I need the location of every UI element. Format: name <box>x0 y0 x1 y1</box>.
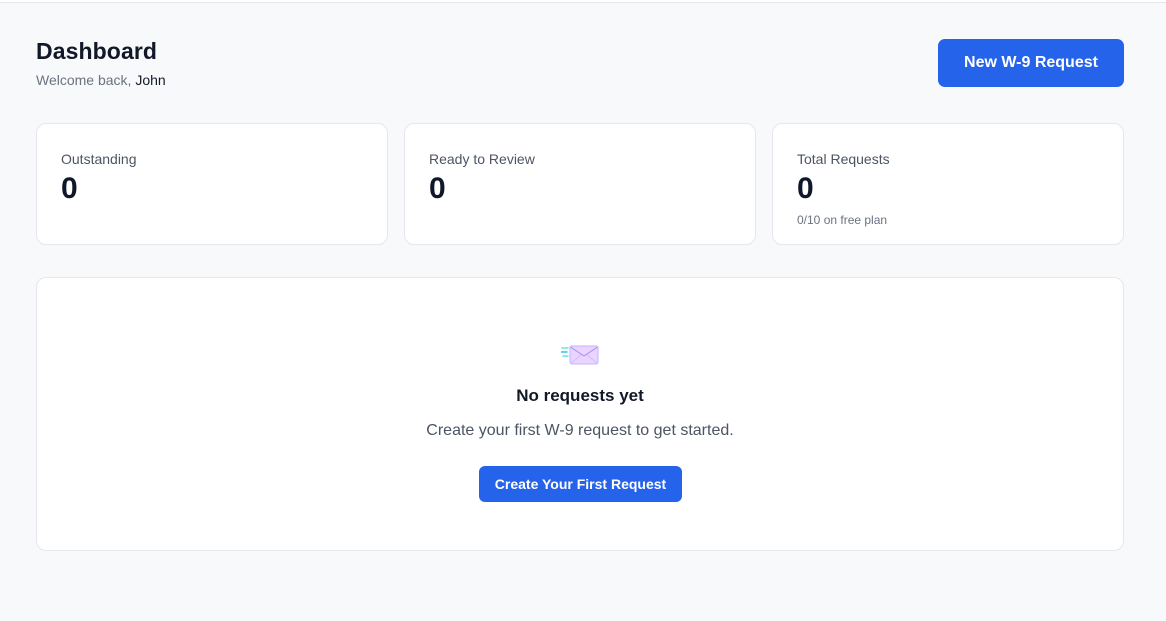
envelope-icon <box>561 345 599 365</box>
welcome-prefix: Welcome back, <box>36 72 136 88</box>
empty-state-panel: No requests yet Create your first W-9 re… <box>36 277 1124 551</box>
stats-row: Outstanding 0 Ready to Review 0 Total Re… <box>36 123 1124 245</box>
stat-value: 0 <box>61 172 78 205</box>
create-first-request-button[interactable]: Create Your First Request <box>479 466 682 502</box>
top-divider <box>0 0 1166 3</box>
stat-label: Outstanding <box>61 151 137 167</box>
plan-usage-note: 0/10 on free plan <box>797 213 888 227</box>
user-name: John <box>135 72 166 88</box>
stat-value: 0 <box>797 172 814 205</box>
stat-card-outstanding: Outstanding 0 <box>36 123 388 245</box>
new-w9-request-button[interactable]: New W-9 Request <box>938 39 1124 87</box>
stat-value: 0 <box>429 172 446 205</box>
stat-card-total-requests: Total Requests 0 0/10 on free plan <box>772 123 1124 245</box>
page-header: Dashboard Welcome back, John New W-9 Req… <box>36 36 1124 92</box>
stat-label: Ready to Review <box>429 151 535 167</box>
empty-state-title: No requests yet <box>516 386 644 405</box>
welcome-message: Welcome back, John <box>36 72 166 88</box>
stat-label: Total Requests <box>797 151 890 167</box>
stat-card-ready-to-review: Ready to Review 0 <box>404 123 756 245</box>
page-title: Dashboard <box>36 38 158 64</box>
empty-state-description: Create your first W-9 request to get sta… <box>426 422 734 439</box>
